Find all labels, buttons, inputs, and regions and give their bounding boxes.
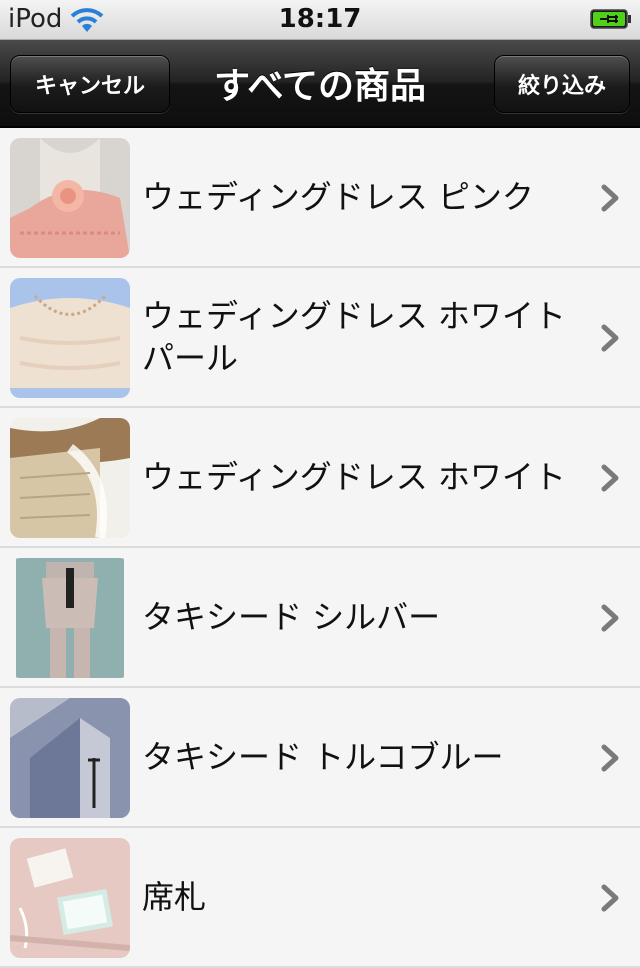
- chevron-right-icon: [601, 324, 619, 352]
- list-item[interactable]: 席札: [0, 828, 640, 968]
- product-name: 席札: [142, 878, 207, 916]
- product-name: タキシード トルコブルー: [142, 738, 504, 776]
- cancel-button[interactable]: キャンセル: [10, 55, 170, 113]
- place-card-thumbnail: [10, 838, 130, 958]
- list-item[interactable]: ウェディングドレス ホワイトパール: [0, 268, 640, 408]
- page-title: すべての商品: [213, 66, 427, 107]
- chevron-right-icon: [601, 884, 619, 912]
- clock-time: 18:17: [278, 4, 362, 34]
- product-name: ウェディングドレス ホワイトパール: [142, 297, 566, 377]
- white-dress-thumbnail: [10, 418, 130, 538]
- list-item[interactable]: ウェディングドレス ホワイト: [0, 408, 640, 548]
- product-list: ウェディングドレス ピンク ウェディングドレス ホワイトパール ウェディングドレ…: [0, 128, 640, 968]
- chevron-right-icon: [601, 604, 619, 632]
- pink-dress-thumbnail: [10, 138, 130, 258]
- battery-charging-icon: [590, 9, 631, 29]
- list-item[interactable]: タキシード トルコブルー: [0, 688, 640, 828]
- list-item[interactable]: ウェディングドレス ピンク: [0, 128, 640, 268]
- navigation-bar: キャンセル すべての商品 絞り込み: [0, 40, 640, 128]
- filter-button[interactable]: 絞り込み: [494, 55, 630, 113]
- silver-tuxedo-thumbnail: [10, 558, 130, 678]
- product-name: タキシード シルバー: [142, 598, 441, 636]
- turquoise-tuxedo-thumbnail: [10, 698, 130, 818]
- status-bar: iPod 18:17: [0, 0, 640, 40]
- white-pearl-dress-thumbnail: [10, 278, 130, 398]
- product-name: ウェディングドレス ピンク: [142, 178, 534, 216]
- chevron-right-icon: [601, 184, 619, 212]
- product-name: ウェディングドレス ホワイト: [142, 458, 566, 496]
- chevron-right-icon: [601, 744, 619, 772]
- list-item[interactable]: タキシード シルバー: [0, 548, 640, 688]
- chevron-right-icon: [601, 464, 619, 492]
